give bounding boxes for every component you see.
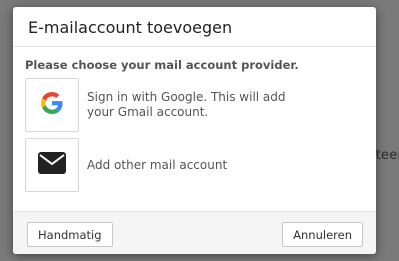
other-mail-tile[interactable] <box>25 138 79 192</box>
other-mail-option[interactable]: Add other mail account <box>25 138 364 192</box>
add-email-account-dialog: E-mailaccount toevoegen Please choose yo… <box>13 7 376 254</box>
dialog-title: E-mailaccount toevoegen <box>28 18 233 37</box>
dialog-body: Please choose your mail account provider… <box>13 47 376 192</box>
dialog-footer: Handmatig Annuleren <box>13 211 376 254</box>
provider-prompt: Please choose your mail account provider… <box>25 58 299 72</box>
envelope-icon <box>38 152 66 178</box>
cancel-button[interactable]: Annuleren <box>282 222 363 247</box>
google-signin-option[interactable]: Sign in with Google. This will add your … <box>25 78 364 132</box>
google-option-label: Sign in with Google. This will add your … <box>87 90 286 119</box>
manual-button[interactable]: Handmatig <box>27 222 113 247</box>
background-partial-text: teer <box>375 148 399 163</box>
dialog-header: E-mailaccount toevoegen <box>13 7 376 47</box>
other-mail-option-label: Add other mail account <box>87 157 228 172</box>
google-icon <box>41 92 63 118</box>
google-tile[interactable] <box>25 78 79 132</box>
